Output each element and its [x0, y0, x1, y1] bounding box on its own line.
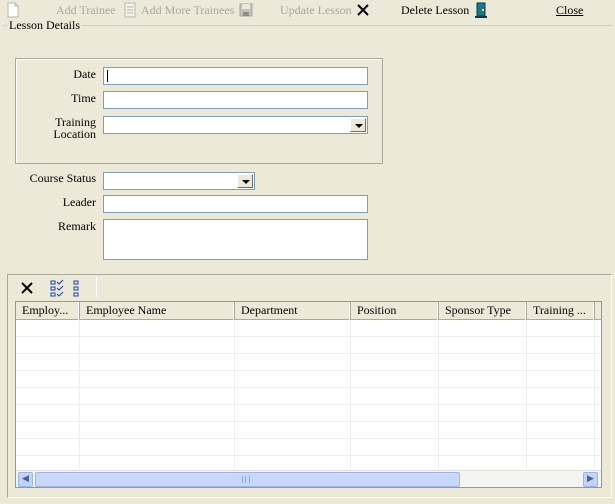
- update-lesson-button[interactable]: Update Lesson: [280, 2, 352, 18]
- add-more-trainees-button[interactable]: Add More Trainees: [141, 2, 234, 18]
- scroll-right-icon[interactable]: ▶: [583, 472, 598, 487]
- grip-icon: [242, 476, 250, 483]
- empty-row: [16, 354, 601, 371]
- add-trainee-button[interactable]: Add Trainee: [56, 2, 116, 18]
- date-field[interactable]: [103, 67, 368, 85]
- uncheck-list-icon[interactable]: [69, 279, 85, 297]
- grid-toolbar: [15, 277, 95, 299]
- empty-row: [16, 320, 601, 337]
- new-document-icon[interactable]: [5, 2, 21, 18]
- time-label: Time: [71, 91, 96, 105]
- empty-row: [16, 337, 601, 354]
- column-header-department[interactable]: Department: [235, 302, 351, 320]
- chevron-down-icon[interactable]: [350, 118, 366, 132]
- horizontal-scrollbar[interactable]: ◀ ▶: [16, 470, 601, 487]
- text-caret: [107, 70, 108, 82]
- delete-x-icon[interactable]: [355, 2, 371, 18]
- scrollbar-thumb[interactable]: [35, 472, 460, 487]
- column-header-training[interactable]: Training ...: [527, 302, 595, 320]
- exit-door-icon[interactable]: [473, 2, 489, 18]
- date-label: Date: [73, 67, 96, 81]
- close-button[interactable]: Close: [556, 2, 583, 18]
- empty-row: [16, 405, 601, 422]
- list-add-icon[interactable]: [122, 2, 138, 18]
- delete-lesson-button[interactable]: Delete Lesson: [401, 2, 469, 18]
- training-location-combo[interactable]: [103, 116, 368, 134]
- column-header-sponsor-type[interactable]: Sponsor Type: [439, 302, 527, 320]
- column-header-position[interactable]: Position: [351, 302, 439, 320]
- remark-textarea[interactable]: [103, 219, 368, 260]
- check-list-icon[interactable]: [49, 279, 65, 297]
- leader-field[interactable]: [103, 195, 368, 213]
- course-status-combo[interactable]: [103, 172, 255, 190]
- column-header-employee-name[interactable]: Employee Name: [80, 302, 235, 320]
- toolbar-separator: [96, 277, 97, 297]
- column-header-employee-id[interactable]: Employ...: [16, 302, 80, 320]
- leader-label: Leader: [62, 195, 96, 209]
- toolbar: Add Trainee Add More Trainees Update Les…: [0, 0, 615, 20]
- course-status-label: Course Status: [29, 171, 96, 185]
- delete-x-icon[interactable]: [19, 279, 35, 297]
- grid-header: Employ... Employee Name Department Posit…: [16, 302, 601, 320]
- training-location-label-line2: Location: [53, 127, 96, 141]
- time-field[interactable]: [103, 91, 368, 109]
- remark-label: Remark: [58, 219, 96, 233]
- empty-row: [16, 388, 601, 405]
- lesson-details-title: Lesson Details: [7, 18, 82, 32]
- empty-row: [16, 439, 601, 456]
- scroll-left-icon[interactable]: ◀: [18, 472, 33, 487]
- grid-body: [16, 320, 601, 473]
- empty-row: [16, 422, 601, 439]
- floppy-disk-icon[interactable]: [238, 2, 254, 18]
- trainee-grid[interactable]: Employ... Employee Name Department Posit…: [15, 301, 602, 488]
- empty-row: [16, 371, 601, 388]
- chevron-down-icon[interactable]: [237, 174, 253, 188]
